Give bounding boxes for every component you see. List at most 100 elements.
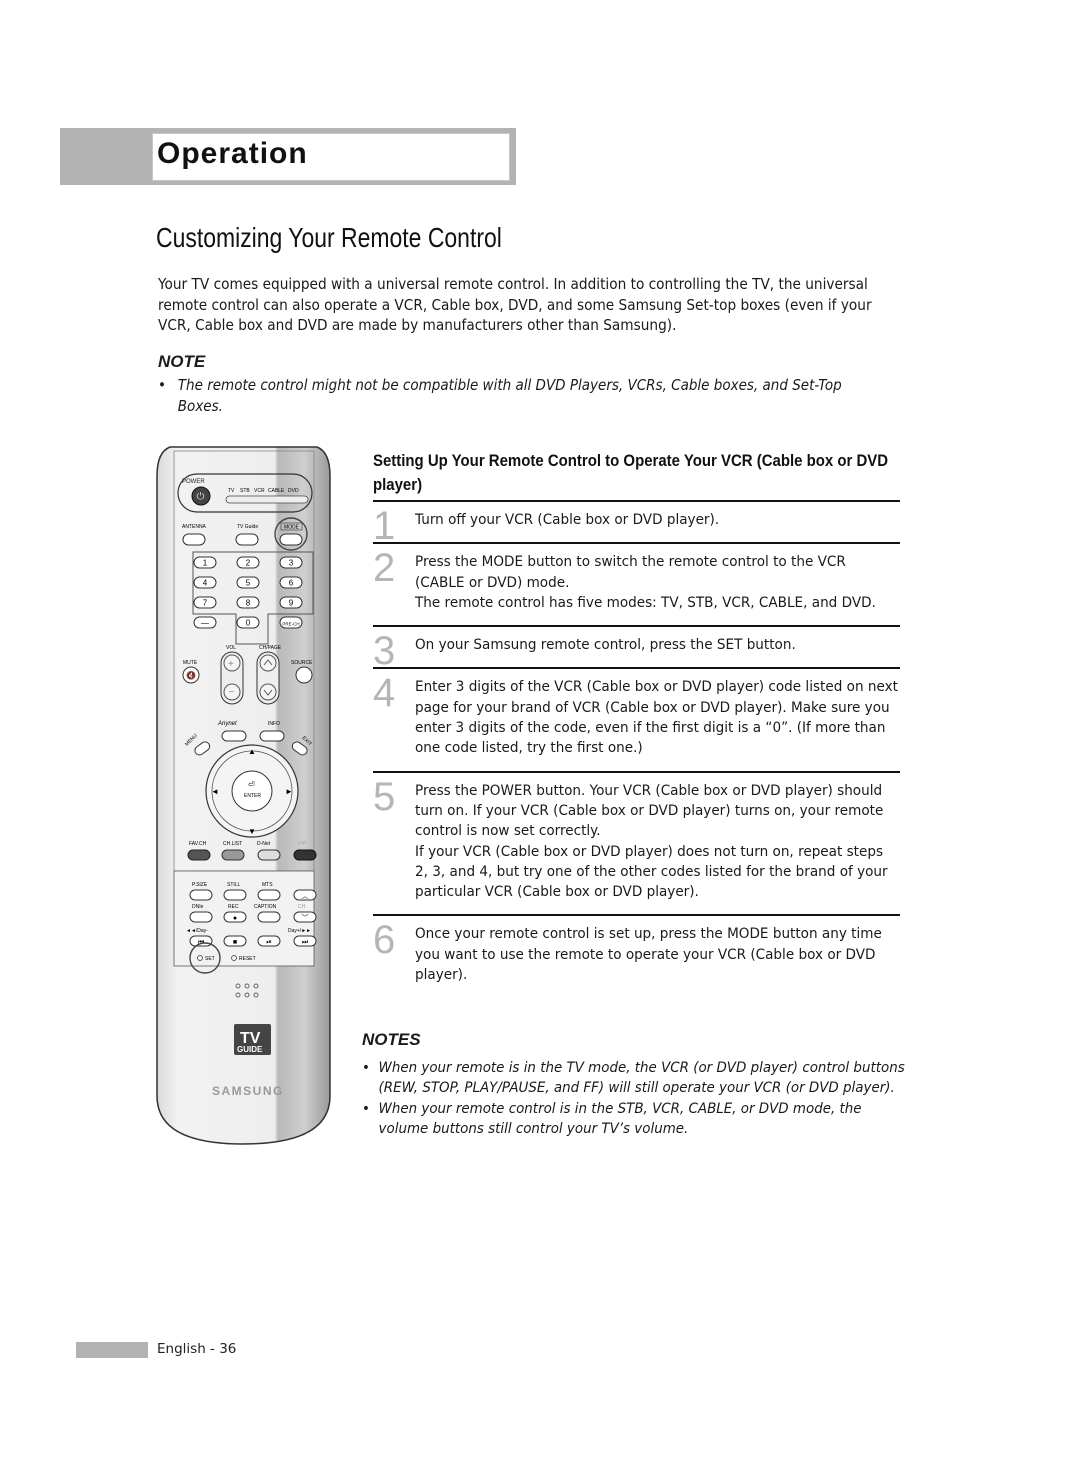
svg-text:GUIDE: GUIDE [237,1045,263,1054]
svg-text:◄◄/Day-: ◄◄/Day- [186,928,208,934]
keypad-label: 8 [246,599,251,608]
step-number: 1 [373,504,396,548]
svg-text:+: + [228,659,234,670]
lower-button [189,911,213,923]
svg-text:Day+/►►: Day+/►► [288,928,311,934]
keypad-label: 0 [246,619,251,628]
step-text: Turn off your VCR (Cable box or DVD play… [415,502,899,542]
keypad-label: 3 [289,559,294,568]
svg-text:VCR: VCR [254,488,265,494]
samsung-logo: SAMSUNG [212,1084,284,1098]
svg-text:TV Guide: TV Guide [237,524,258,530]
keypad-label: 5 [246,579,251,588]
svg-text:CH: CH [298,904,306,910]
step-text: Once your remote control is set up, pres… [415,916,899,997]
step-5: 5 Press the POWER button. Your VCR (Cable… [373,773,900,917]
svg-text:−: − [229,687,235,698]
step-1: 1 Turn off your VCR (Cable box or DVD pla… [373,502,900,548]
svg-text:MTS: MTS [262,882,273,888]
power-label: POWER [182,479,205,485]
step-4: 4 Enter 3 digits of the VCR (Cable box or… [373,669,900,773]
page-title: Customizing Your Remote Control [156,222,502,253]
svg-text:MUTE: MUTE [183,660,198,666]
keypad-label: 1 [203,559,208,568]
step-line: Enter 3 digits of the VCR (Cable box or … [415,678,898,757]
step-2: 2 Press the MODE button to switch the rem… [373,544,900,628]
step-number: 3 [373,629,396,674]
lower-button [189,889,213,901]
note-item: The remote control might not be compatib… [158,375,878,417]
step-number: 6 [373,918,396,963]
keypad-label: PRE-CH [282,622,299,627]
source-button [295,666,313,684]
enter-button [231,770,273,812]
lower-button [223,889,247,901]
svg-text:REC: REC [228,904,239,910]
step-line: The remote control has five modes: TV, S… [415,593,876,611]
ch-list-button [221,849,245,861]
note-heading: NOTE [158,352,206,371]
step-line: Press the POWER button. Your VCR (Cable … [415,781,884,840]
enter-icon: ⏎ [248,780,255,789]
keypad-label: 6 [289,579,294,588]
svg-text:ANTENNA: ANTENNA [182,524,207,530]
step-text: Enter 3 digits of the VCR (Cable box or … [415,669,899,770]
keypad-label: — [201,619,209,628]
lower-button-icon: ⏭ [302,939,309,946]
notes-item: When your remote is in the TV mode, the … [362,1058,905,1099]
mode-indicator-bar [225,495,309,504]
keypad-label: 9 [289,599,294,608]
svg-text:DNIe: DNIe [192,904,204,910]
notes-heading: NOTES [362,1030,421,1049]
intro-paragraph: Your TV comes equipped with a universal … [158,275,872,334]
lower-button-icon: ︿ [302,893,309,900]
svg-text:PIP: PIP [298,841,307,847]
info-button [259,730,285,742]
lower-button [257,911,281,923]
svg-text:CH.LIST: CH.LIST [223,841,242,847]
step-text: Press the MODE button to switch the remo… [415,544,899,625]
svg-text:SET: SET [205,956,215,962]
notes-list: When your remote is in the TV mode, the … [362,1058,905,1139]
svg-text:Anynet: Anynet [217,721,237,727]
left-arrow-icon: ◄ [211,787,219,796]
setup-section: Setting Up Your Remote Control to Operat… [373,449,900,997]
keypad-label: 2 [246,559,251,568]
step-line: If your VCR (Cable box or DVD player) do… [415,842,888,901]
svg-text:D-Net: D-Net [257,841,271,847]
mute-icon: 🔇 [186,670,196,680]
tv-guide-button [235,533,259,546]
step-number: 2 [373,546,396,591]
step-6: 6 Once your remote control is set up, pre… [373,916,900,997]
right-arrow-icon: ► [285,787,293,796]
svg-text:TV: TV [228,488,235,494]
svg-text:STB: STB [240,488,250,494]
step-number: 5 [373,774,396,819]
lower-button-icon: ■ [233,939,237,946]
steps-list: 1 Turn off your VCR (Cable box or DVD pla… [373,502,900,997]
page-number: English - 36 [157,1341,237,1357]
step-text: Press the POWER button. Your VCR (Cable … [415,773,899,915]
svg-text:P.SIZE: P.SIZE [192,882,208,888]
d-net-button [257,849,281,861]
svg-text:VOL: VOL [226,645,236,651]
svg-text:CABLE: CABLE [268,488,285,494]
step-number: 4 [373,671,396,716]
step-3: 3 On your Samsung remote control, press t… [373,627,900,674]
svg-text:STILL: STILL [227,882,241,888]
pip-button [293,849,317,861]
lower-button [257,889,281,901]
svg-text:SOURCE: SOURCE [291,660,313,666]
setup-title: Setting Up Your Remote Control to Operat… [373,451,889,494]
lower-button-icon: ﹀ [302,914,309,922]
footer-bar [76,1342,148,1358]
svg-text:ENTER: ENTER [244,793,261,799]
anynet-button [221,730,247,742]
power-icon: ⏻ [197,492,205,503]
step-line: Press the MODE button to switch the remo… [415,553,846,591]
svg-text:INFO: INFO [268,721,280,727]
up-arrow-icon: ▲ [248,747,256,756]
svg-text:DVD: DVD [288,488,299,494]
lower-button-icon: ● [233,915,237,922]
mode-button [279,533,303,546]
